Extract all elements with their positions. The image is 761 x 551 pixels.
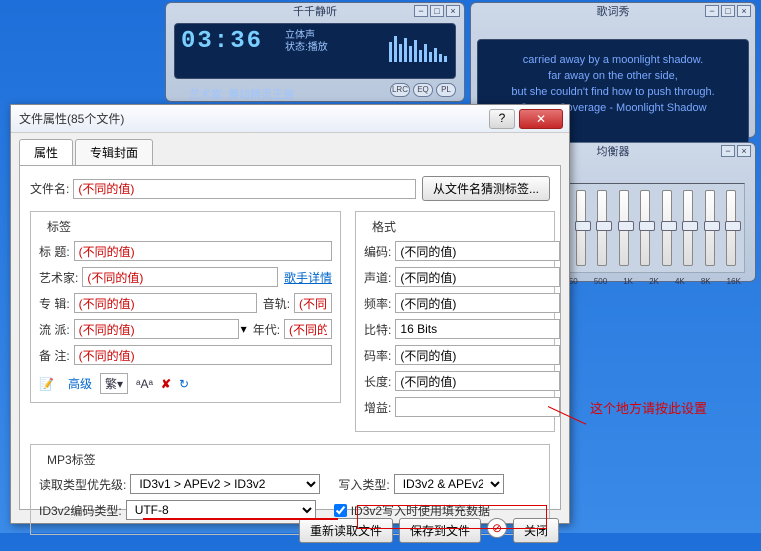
read-priority-select[interactable]: ID3v1 > APEv2 > ID3v2 <box>130 474 320 494</box>
player-titlebar[interactable]: 千千静听 − □ × <box>166 3 464 21</box>
tag-toolbar: 📝 高级 繁▾ ᵃAᵃ ✘ ↻ <box>39 373 332 394</box>
mode-icon[interactable]: □ <box>430 5 444 17</box>
format-fieldset: 格式 编码: 声道: 频率: 比特: 码率: 长度: 增益: <box>355 211 555 432</box>
eq-slider[interactable] <box>683 190 693 266</box>
traditional-toggle[interactable]: 繁▾ <box>100 373 128 394</box>
file-properties-dialog: 文件属性(85个文件) ? ✕ 属性 专辑封面 文件名: 从文件名猜测标签...… <box>10 104 570 524</box>
dialog-title: 文件属性(85个文件) <box>19 110 124 127</box>
tab-album-cover[interactable]: 专辑封面 <box>75 139 153 165</box>
guess-tags-button[interactable]: 从文件名猜测标签... <box>422 176 550 201</box>
delete-icon[interactable]: ✘ <box>161 377 171 391</box>
minimize-icon[interactable]: − <box>414 5 428 17</box>
eq-title: 均衡器 <box>597 146 630 158</box>
minimize-icon[interactable]: − <box>721 145 735 157</box>
reread-button[interactable]: 重新读取文件 <box>299 518 393 543</box>
write-type-select[interactable]: ID3v2 & APEv2 <box>394 474 504 494</box>
lyrics-titlebar[interactable]: 歌词秀 − □ × <box>471 3 755 21</box>
eq-button[interactable]: EQ <box>413 83 433 97</box>
freq-field <box>395 293 560 313</box>
filename-label: 文件名: <box>30 180 69 197</box>
dialog-titlebar[interactable]: 文件属性(85个文件) ? ✕ <box>11 105 569 133</box>
close-icon[interactable]: × <box>446 5 460 17</box>
lyric-line: far away on the other side, <box>482 68 744 84</box>
advanced-link[interactable]: 高级 <box>68 375 92 392</box>
encode-field <box>395 241 560 261</box>
id3v2-padding-checkbox[interactable] <box>334 504 347 517</box>
tag-legend: 标签 <box>43 218 75 235</box>
status-block: 立体声 状态:播放 <box>285 30 328 54</box>
refresh-icon[interactable]: ↻ <box>179 377 189 391</box>
tabs: 属性 专辑封面 <box>11 133 569 165</box>
lyric-line: carried away by a moonlight shadow. <box>482 52 744 68</box>
close-icon[interactable]: × <box>737 5 751 17</box>
eq-slider[interactable] <box>597 190 607 266</box>
artist-line: 艺术家: 舞动精灵王族 <box>189 86 294 102</box>
edit-icon[interactable]: 📝 <box>39 377 54 391</box>
lyric-line: but she couldn't find how to push throug… <box>482 84 744 100</box>
player-footer-buttons: LRC EQ PL <box>390 83 456 97</box>
close-button[interactable]: ✕ <box>519 109 563 129</box>
eq-slider[interactable] <box>662 190 672 266</box>
id3v2-padding-label: ID3v2写入时使用填充数据 <box>351 502 490 519</box>
stereo-label: 立体声 <box>285 30 328 42</box>
comment-input[interactable] <box>74 345 332 365</box>
spectrum-visualizer <box>389 34 447 62</box>
bits-field <box>395 319 560 339</box>
player-display: 03:36 立体声 状态:播放 艺术家: 舞动精灵王族 <box>174 23 456 79</box>
title-input[interactable] <box>74 241 332 261</box>
filename-input[interactable] <box>73 179 416 199</box>
cancel-icon[interactable]: ⊘ <box>487 518 507 538</box>
dialog-body: 文件名: 从文件名猜测标签... 标签 标 题: 艺术家:歌手详情 专 辑:音轨… <box>19 165 561 510</box>
eq-slider[interactable] <box>726 190 736 266</box>
eq-slider[interactable] <box>619 190 629 266</box>
annotation-text: 这个地方请按此设置 <box>590 398 707 417</box>
close-dialog-button[interactable]: 关闭 <box>513 518 559 543</box>
track-input[interactable] <box>294 293 332 313</box>
player-window: 千千静听 − □ × 03:36 立体声 状态:播放 艺术家: 舞动精灵王族 L… <box>165 2 465 102</box>
format-legend: 格式 <box>368 218 400 235</box>
tag-fieldset: 标签 标 题: 艺术家:歌手详情 专 辑:音轨: 流 派:▾年代: 备 注: 📝… <box>30 211 341 403</box>
lrc-button[interactable]: LRC <box>390 83 410 97</box>
bitrate-field <box>395 345 560 365</box>
lyrics-title: 歌词秀 <box>597 6 630 18</box>
genre-input[interactable] <box>74 319 239 339</box>
mode-icon[interactable]: □ <box>721 5 735 17</box>
channel-field <box>395 267 560 287</box>
help-button[interactable]: ? <box>489 109 515 129</box>
id3v2-encoding-select[interactable]: UTF-8 <box>126 500 316 520</box>
dialog-footer: 重新读取文件 保存到文件 ⊘ 关闭 <box>11 518 569 551</box>
minimize-icon[interactable]: − <box>705 5 719 17</box>
player-title-text: 千千静听 <box>293 6 337 18</box>
font-convert-icon[interactable]: ᵃAᵃ <box>136 377 153 391</box>
year-input[interactable] <box>284 319 332 339</box>
gain-field <box>395 397 560 417</box>
eq-slider[interactable] <box>640 190 650 266</box>
time-display: 03:36 <box>175 24 269 78</box>
pl-button[interactable]: PL <box>436 83 456 97</box>
close-icon[interactable]: × <box>737 145 751 157</box>
eq-slider[interactable] <box>705 190 715 266</box>
album-input[interactable] <box>74 293 257 313</box>
length-field <box>395 371 560 391</box>
save-button[interactable]: 保存到文件 <box>399 518 481 543</box>
tab-properties[interactable]: 属性 <box>19 139 73 165</box>
eq-slider[interactable] <box>576 190 586 266</box>
singer-details-link[interactable]: 歌手详情 <box>284 269 332 286</box>
mp3tag-legend: MP3标签 <box>43 451 100 468</box>
artist-input[interactable] <box>82 267 278 287</box>
